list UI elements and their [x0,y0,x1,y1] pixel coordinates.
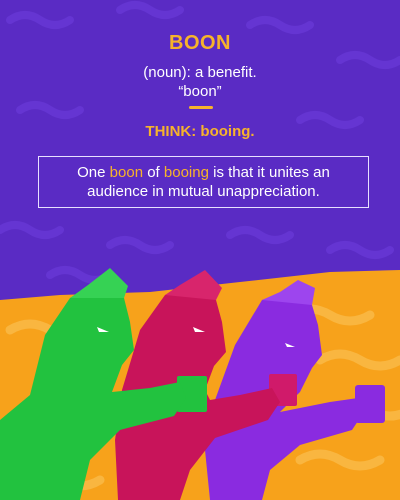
divider [189,106,213,109]
definition: (noun): a benefit. “boon” [0,63,400,101]
sentence-text: One [77,164,110,181]
mnemonic-hint: THINK: booing. [145,123,255,140]
sentence-highlight-word: boon [109,164,144,181]
word-title: BOON [169,32,231,54]
definition-line: (noun): a benefit. [143,64,257,81]
example-sentence-box: One boon of booing is that it unites an … [38,156,369,208]
example-sentence: One boon of booing is that it unites an … [39,163,368,201]
flashcard: BOON (noun): a benefit. “boon” THINK: bo… [0,0,400,500]
sentence-text: of [143,164,164,181]
sentence-highlight-mnemonic: booing [163,164,209,181]
pronunciation: “boon” [178,83,222,100]
